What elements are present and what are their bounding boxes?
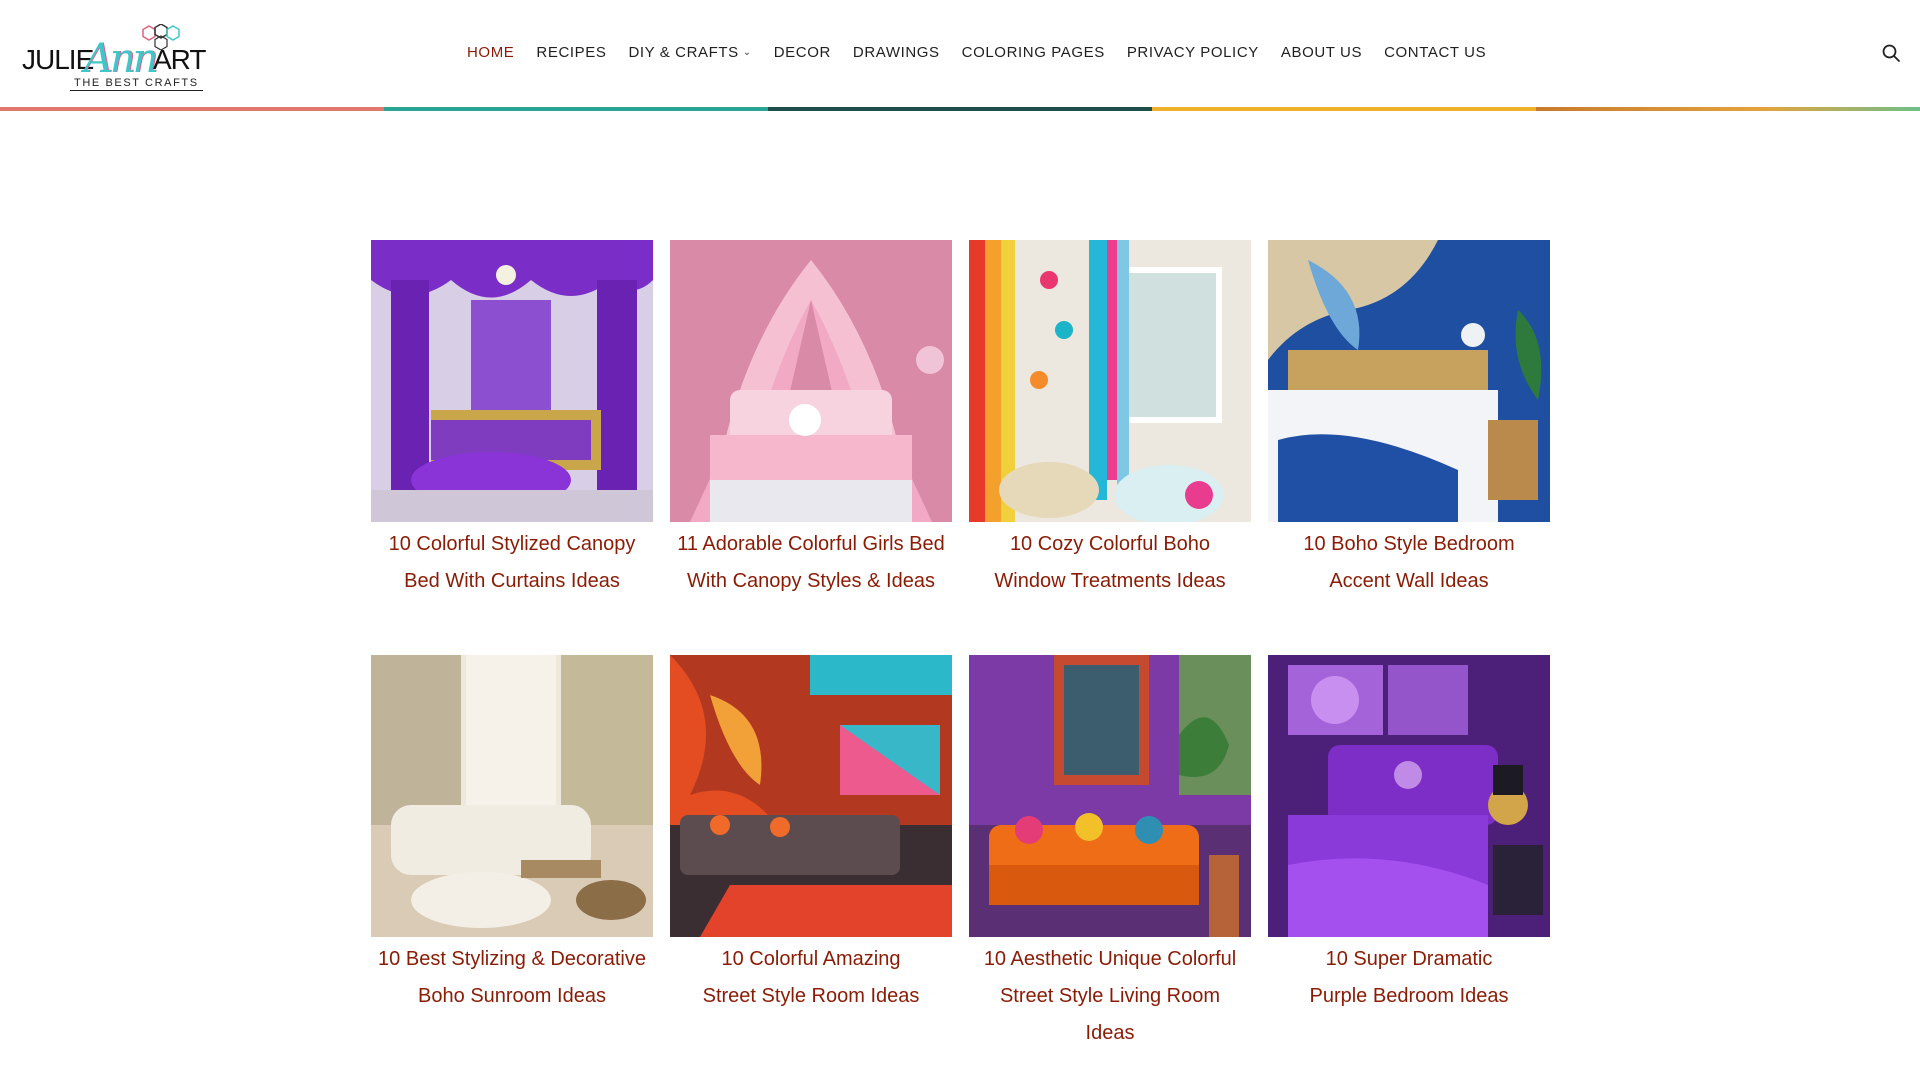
stripe-segment xyxy=(384,107,768,111)
post-title-line: Window Treatments Ideas xyxy=(994,570,1226,592)
post-title-link[interactable]: 10 Boho Style Bedroom Accent Wall Ideas xyxy=(1268,526,1550,600)
post-title-link[interactable]: 10 Cozy Colorful Boho Window Treatments … xyxy=(969,526,1251,600)
post-title-link[interactable]: 11 Adorable Colorful Girls Bed With Cano… xyxy=(670,526,952,600)
nav-item-label: HOME xyxy=(467,44,515,61)
post-title-line: Accent Wall Ideas xyxy=(1329,570,1489,592)
nav-item-label: COLORING PAGES xyxy=(961,44,1105,61)
post-card[interactable]: 11 Adorable Colorful Girls Bed With Cano… xyxy=(670,240,952,655)
nav-item-label: CONTACT US xyxy=(1384,44,1487,61)
post-title-line: 10 Colorful Amazing xyxy=(721,948,901,970)
stripe-segment xyxy=(1152,107,1536,111)
post-title-line: 10 Cozy Colorful Boho xyxy=(1009,533,1211,555)
post-thumbnail[interactable] xyxy=(371,655,653,937)
post-card[interactable]: 10 Aesthetic Unique Colorful Street Styl… xyxy=(969,655,1251,1070)
post-card[interactable]: 10 Colorful Amazing Street Style Room Id… xyxy=(670,655,952,1070)
stripe-segment xyxy=(0,107,384,111)
post-title-link[interactable]: 10 Aesthetic Unique Colorful Street Styl… xyxy=(969,941,1251,1052)
post-title-line: Boho Sunroom Ideas xyxy=(418,985,606,1007)
nav-item-label: RECIPES xyxy=(536,44,607,61)
post-title-link[interactable]: 10 Super Dramatic Purple Bedroom Ideas xyxy=(1268,941,1550,1015)
post-thumbnail[interactable] xyxy=(969,240,1251,522)
nav-item-decor[interactable]: DECOR xyxy=(763,41,842,65)
post-title-link[interactable]: 10 Colorful Stylized Canopy Bed With Cur… xyxy=(371,526,653,600)
nav-item-label: ABOUT US xyxy=(1280,44,1363,61)
stripe-segment xyxy=(1536,107,1920,111)
post-title-line: 10 Best Stylizing & Decorative xyxy=(378,948,646,970)
logo-text-ann: Ann xyxy=(84,36,158,82)
post-title-line: With Canopy Styles & Ideas xyxy=(687,570,935,592)
nav-item-privacy-policy[interactable]: PRIVACY POLICY xyxy=(1116,41,1270,65)
post-title-line: Bed With Curtains Ideas xyxy=(404,570,620,592)
post-title-line: 11 Adorable Colorful Girls Bed xyxy=(677,533,945,555)
nav-item-contact-us[interactable]: CONTACT US xyxy=(1373,41,1497,65)
post-thumbnail[interactable] xyxy=(969,655,1251,937)
chevron-down-icon: ⌄ xyxy=(742,47,752,58)
post-title-line: Street Style Room Ideas xyxy=(702,985,920,1007)
logo-tagline: THE BEST CRAFTS xyxy=(70,77,203,91)
post-thumbnail[interactable] xyxy=(1268,240,1550,522)
post-title-link[interactable]: 10 Colorful Amazing Street Style Room Id… xyxy=(670,941,952,1015)
post-card[interactable]: 10 Cozy Colorful Boho Window Treatments … xyxy=(969,240,1251,655)
post-thumbnail[interactable] xyxy=(1268,655,1550,937)
nav-item-coloring-pages[interactable]: COLORING PAGES xyxy=(951,41,1116,65)
post-grid: 10 Colorful Stylized Canopy Bed With Cur… xyxy=(371,240,1550,1070)
post-title-link[interactable]: 10 Best Stylizing & Decorative Boho Sunr… xyxy=(371,941,653,1015)
site-header: JULIE Ann ART THE BEST CRAFTS HOME RECIP… xyxy=(0,0,1920,108)
nav-item-diy-crafts[interactable]: DIY & CRAFTS ⌄ xyxy=(617,41,762,65)
post-title-line: 10 Super Dramatic xyxy=(1325,948,1493,970)
stripe-segment xyxy=(768,107,1152,111)
post-thumbnail[interactable] xyxy=(371,240,653,522)
post-title-line: 10 Colorful Stylized Canopy xyxy=(388,533,636,555)
post-title-line: 10 Boho Style Bedroom xyxy=(1303,533,1515,555)
nav-item-recipes[interactable]: RECIPES xyxy=(525,41,617,65)
post-title-line: Street Style Living Room Ideas xyxy=(999,985,1221,1044)
post-card[interactable]: 10 Best Stylizing & Decorative Boho Sunr… xyxy=(371,655,653,1070)
post-card[interactable]: 10 Super Dramatic Purple Bedroom Ideas xyxy=(1268,655,1550,1070)
post-title-line: Purple Bedroom Ideas xyxy=(1309,985,1509,1007)
primary-navigation: HOME RECIPES DIY & CRAFTS ⌄ DECOR DRAWING… xyxy=(456,41,1497,65)
nav-item-home[interactable]: HOME xyxy=(456,41,525,65)
post-thumbnail[interactable] xyxy=(670,240,952,522)
nav-item-label: PRIVACY POLICY xyxy=(1126,44,1259,61)
header-color-stripe xyxy=(0,107,1920,111)
nav-item-drawings[interactable]: DRAWINGS xyxy=(842,41,951,65)
nav-item-label: DRAWINGS xyxy=(852,44,940,61)
post-card[interactable]: 10 Colorful Stylized Canopy Bed With Cur… xyxy=(371,240,653,655)
post-title-line: 10 Aesthetic Unique Colorful xyxy=(983,948,1237,970)
nav-item-label: DIY & CRAFTS xyxy=(628,44,739,61)
nav-item-about-us[interactable]: ABOUT US xyxy=(1270,41,1373,65)
nav-item-label: DECOR xyxy=(773,44,831,61)
logo-text-julie: JULIE xyxy=(22,44,94,75)
post-thumbnail[interactable] xyxy=(670,655,952,937)
logo-text-art: ART xyxy=(153,44,206,75)
search-icon[interactable] xyxy=(1881,43,1901,63)
post-card[interactable]: 10 Boho Style Bedroom Accent Wall Ideas xyxy=(1268,240,1550,655)
site-logo[interactable]: JULIE Ann ART THE BEST CRAFTS xyxy=(22,24,214,92)
